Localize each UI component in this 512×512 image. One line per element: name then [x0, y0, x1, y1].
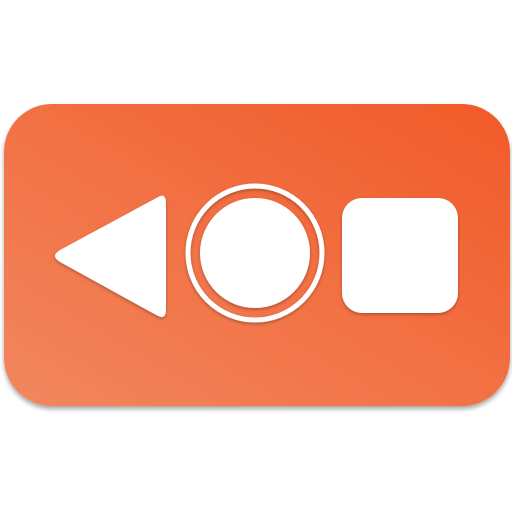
home-icon [185, 183, 325, 323]
recents-icon [342, 198, 458, 313]
navigation-badge-graphic [4, 104, 510, 406]
app-icon [0, 0, 512, 512]
